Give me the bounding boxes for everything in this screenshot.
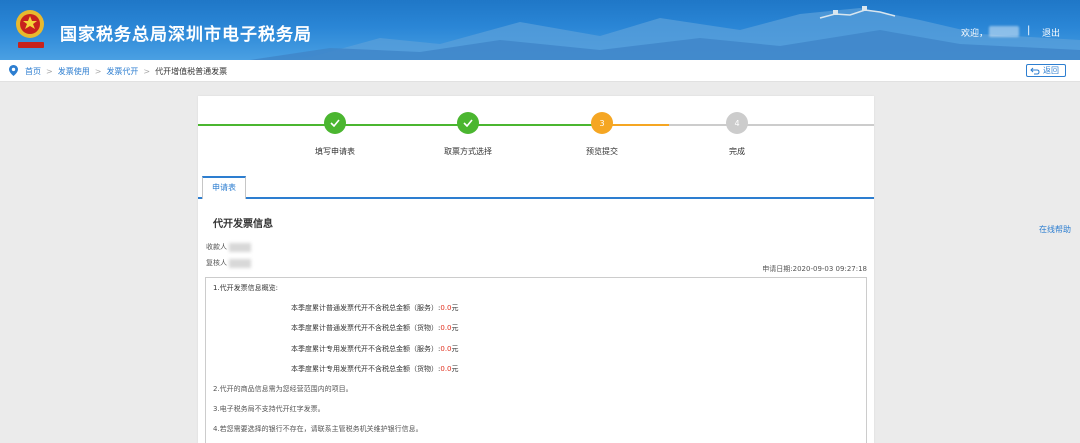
application-card: 3 4 填写申请表 取票方式选择 预览提交 完成 申请表 代开发票信息 收款人 …: [198, 96, 874, 443]
breadcrumb-invoice-issue[interactable]: 发票代开: [106, 67, 138, 76]
step-line-done: [198, 124, 601, 126]
header-separator: |: [1027, 25, 1031, 36]
breadcrumb-sep: >: [46, 67, 53, 76]
step-line-pending: [669, 124, 874, 126]
tab-application-form[interactable]: 申请表: [202, 176, 246, 199]
payee-field: 收款人: [206, 242, 251, 252]
reviewer-field: 复核人: [206, 258, 251, 268]
step-3-marker: 3: [591, 112, 613, 134]
breadcrumb-current: 代开增值税普通发票: [155, 67, 228, 76]
step-2-check-icon: [457, 112, 479, 134]
site-title: 国家税务总局深圳市电子税务局: [60, 25, 312, 45]
logout-link[interactable]: 退出: [1042, 26, 1060, 39]
payee-redacted: [229, 242, 251, 252]
section-title: 代开发票信息: [213, 219, 273, 230]
note-1: 1.代开发票信息概览:: [213, 284, 279, 292]
tax-emblem-logo: [16, 10, 44, 48]
online-help-link[interactable]: 在线帮助: [1039, 224, 1071, 235]
welcome-text: 欢迎，: [961, 29, 989, 39]
step-4-label: 完成: [729, 147, 745, 156]
step-4-marker: 4: [726, 112, 748, 134]
breadcrumb-home[interactable]: 首页: [25, 67, 41, 76]
quarter-line-3: 本季度累计专用发票代开不含税总金额（服务）:0.0元: [291, 345, 459, 353]
breadcrumb: 首页 > 发票使用 > 发票代开 > 代开增值税普通发票: [25, 66, 227, 77]
notice-box: 1.代开发票信息概览: 本季度累计普通发票代开不含税总金额（服务）:0.0元 本…: [205, 277, 867, 443]
username-redacted: [989, 26, 1019, 37]
apply-date: 申请日期:2020-09-03 09:27:18: [762, 265, 867, 273]
tab-bar: 申请表: [198, 176, 874, 199]
step-1-check-icon: [324, 112, 346, 134]
reviewer-label: 复核人: [206, 259, 227, 267]
breadcrumb-sep: >: [94, 67, 102, 76]
quarter-line-4: 本季度累计专用发票代开不含税总金额（货物）:0.0元: [291, 365, 459, 373]
reviewer-redacted: [229, 258, 251, 268]
top-header: 国家税务总局深圳市电子税务局 欢迎， | 退出: [0, 0, 1080, 60]
back-button[interactable]: 返回: [1026, 64, 1066, 77]
breadcrumb-sep: >: [143, 67, 151, 76]
note-4: 4.若您需要选择的银行不存在，请联系主管税务机关维护银行信息。: [213, 425, 423, 433]
quarter-line-2: 本季度累计普通发票代开不含税总金额（货物）:0.0元: [291, 324, 459, 332]
step-1-label: 填写申请表: [315, 147, 355, 156]
back-label: 返回: [1043, 66, 1059, 75]
breadcrumb-bar: 首页 > 发票使用 > 发票代开 > 代开增值税普通发票 返回: [0, 60, 1080, 82]
quarter-line-1: 本季度累计普通发票代开不含税总金额（服务）:0.0元: [291, 304, 459, 312]
note-3: 3.电子税务局不支持代开红字发票。: [213, 405, 325, 413]
payee-label: 收款人: [206, 243, 227, 251]
step-3-label: 预览提交: [586, 147, 618, 156]
step-2-label: 取票方式选择: [444, 147, 492, 156]
breadcrumb-invoice-use[interactable]: 发票使用: [58, 67, 90, 76]
note-2: 2.代开的商品信息需为您经营范围内的项目。: [213, 385, 353, 393]
back-arrow-icon: [1030, 67, 1040, 75]
location-pin-icon: [9, 65, 18, 76]
